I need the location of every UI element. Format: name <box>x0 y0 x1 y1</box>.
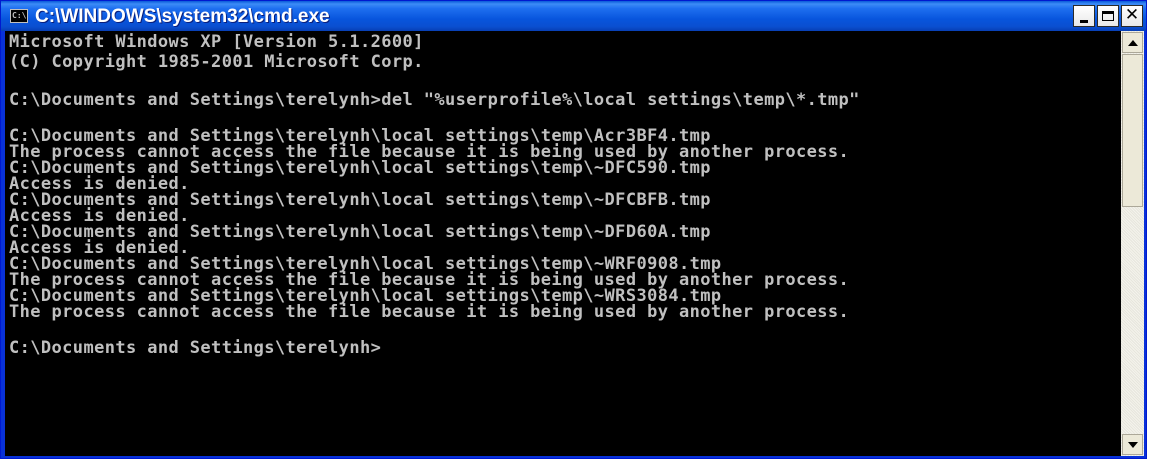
maximize-button[interactable] <box>1097 5 1119 27</box>
console-output[interactable]: Microsoft Windows XP [Version 5.1.2600] … <box>9 32 1121 452</box>
scroll-up-button[interactable] <box>1122 32 1143 53</box>
console-line: The process cannot access the file becau… <box>9 302 850 322</box>
console-line: C:\Documents and Settings\terelynh>del "… <box>9 90 860 110</box>
scrollbar-thumb[interactable] <box>1122 54 1143 207</box>
console-line: Microsoft Windows XP [Version 5.1.2600] <box>9 32 424 52</box>
close-button[interactable]: ✕ <box>1121 5 1143 27</box>
scroll-down-arrow-icon <box>1127 441 1138 448</box>
console-prompt-line: C:\Documents and Settings\terelynh> <box>9 338 382 358</box>
window-title: C:\WINDOWS\system32\cmd.exe <box>35 6 330 27</box>
vertical-scrollbar[interactable] <box>1121 31 1144 456</box>
close-icon: ✕ <box>1124 5 1140 25</box>
maximize-icon <box>1102 11 1114 21</box>
scroll-up-arrow-icon <box>1127 39 1138 46</box>
minimize-button[interactable] <box>1073 5 1095 27</box>
console-client-area: Microsoft Windows XP [Version 5.1.2600] … <box>5 31 1144 456</box>
cmd-app-icon[interactable]: C:\ <box>10 9 28 23</box>
minimize-icon <box>1080 19 1088 23</box>
cmd-window: C:\ C:\WINDOWS\system32\cmd.exe ✕ Micros… <box>0 0 1147 459</box>
scroll-down-button[interactable] <box>1122 434 1143 455</box>
console-line: (C) Copyright 1985-2001 Microsoft Corp. <box>9 52 424 72</box>
title-bar[interactable]: C:\ C:\WINDOWS\system32\cmd.exe ✕ <box>1 1 1146 31</box>
